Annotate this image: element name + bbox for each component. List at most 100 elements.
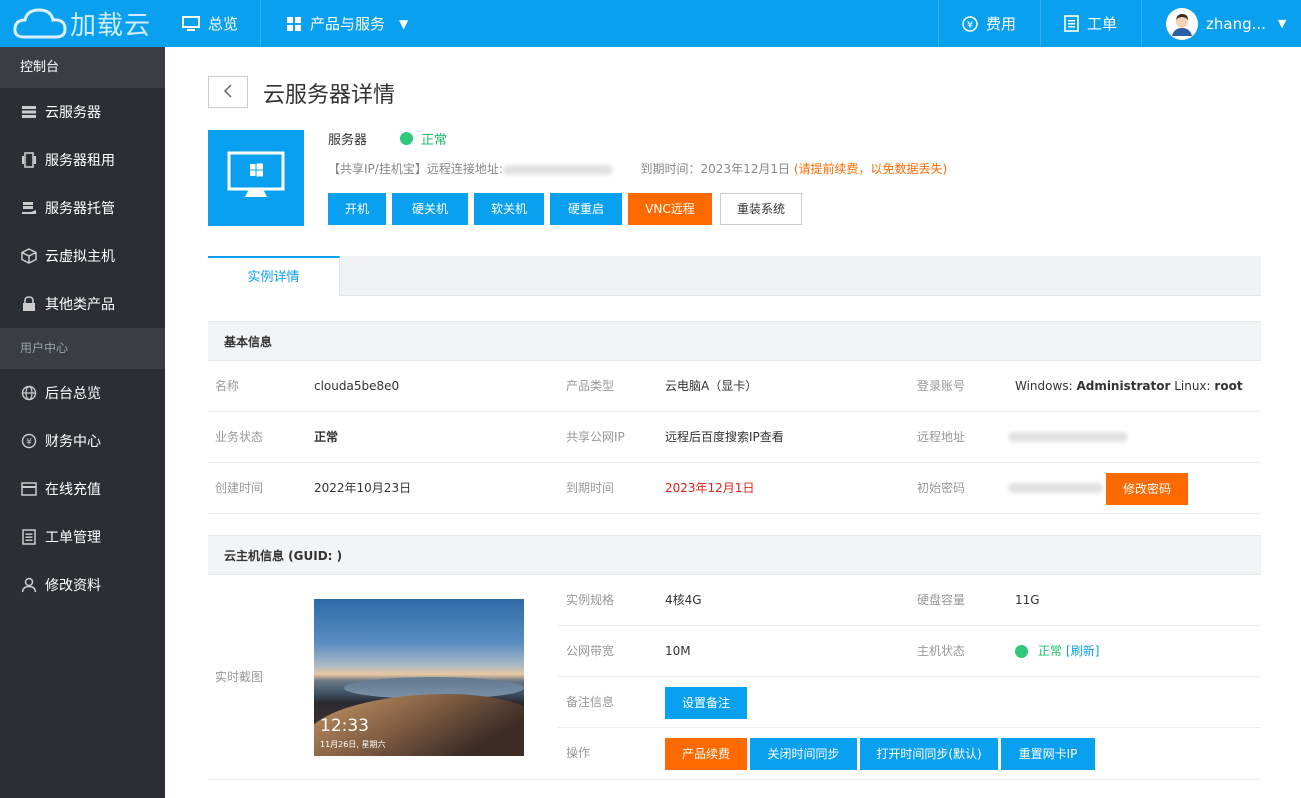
sidebar-item-recharge[interactable]: 在线充值	[0, 465, 165, 513]
account-windows-user: Administrator	[1076, 379, 1171, 393]
power-on-button[interactable]: 开机	[328, 193, 386, 225]
nav-overview[interactable]: 总览	[182, 0, 238, 47]
top-navbar: 加载云 总览 产品与服务 ▼ ¥ 费用 工单 zhang... ▼	[0, 0, 1301, 47]
windows-monitor-icon	[227, 151, 285, 205]
screenshot-date: 11月26日, 星期六	[320, 740, 386, 749]
host-status-text: 正常	[1038, 644, 1063, 658]
reset-nic-ip-button[interactable]: 重置网卡IP	[1001, 738, 1095, 770]
sidebar-item-label: 云服务器	[45, 105, 101, 121]
name-label: 名称	[215, 379, 240, 393]
host-status-label: 主机状态	[917, 644, 966, 658]
server-tower-icon	[21, 152, 37, 168]
sidebar-item-other-products[interactable]: 其他类产品	[0, 280, 165, 328]
disable-time-sync-button[interactable]: 关闭时间同步	[750, 738, 857, 770]
nav-divider	[260, 0, 261, 47]
sidebar-item-label: 工单管理	[45, 530, 101, 546]
page-title: 云服务器详情	[263, 83, 396, 108]
chevron-left-icon	[223, 83, 233, 102]
sidebar-item-server-hosting[interactable]: 服务器托管	[0, 184, 165, 232]
renew-button[interactable]: 产品续费	[665, 738, 747, 770]
business-status-value: 正常	[314, 430, 339, 444]
table-row: 实例规格 4核4G 硬盘容量 11G	[558, 575, 1261, 626]
nav-ticket[interactable]: 工单	[1064, 0, 1117, 47]
tab-instance-details[interactable]: 实例详情	[208, 256, 340, 296]
server-type-label: 服务器	[328, 133, 368, 148]
status-dot-icon	[400, 132, 413, 145]
expire-warning: (请提前续费，以免数据丢失)	[793, 162, 948, 176]
refresh-link[interactable]: [刷新]	[1066, 626, 1099, 677]
sidebar: 控制台 云服务器 服务器租用 服务器托管 云虚拟主机 其他类产品 用户中心 后台…	[0, 47, 165, 798]
yen-coin-icon: ¥	[962, 15, 978, 32]
hard-shutdown-button[interactable]: 硬关机	[392, 193, 468, 225]
sidebar-item-server-rental[interactable]: 服务器租用	[0, 136, 165, 184]
sidebar-section-console: 控制台	[0, 47, 165, 88]
nav-divider	[938, 0, 939, 47]
vnc-remote-button[interactable]: VNC远程	[628, 193, 712, 225]
bandwidth-value: 10M	[665, 644, 691, 658]
status-dot-icon	[1015, 645, 1028, 658]
server-stack-icon	[21, 104, 37, 120]
table-row: 名称 clouda5be8e0 产品类型 云电脑A（显卡） 登录账号 Windo…	[208, 361, 1261, 412]
nav-ticket-label: 工单	[1087, 15, 1118, 33]
business-status-label: 业务状态	[215, 430, 264, 444]
brand-logo[interactable]: 加载云	[0, 0, 165, 47]
nav-products[interactable]: 产品与服务 ▼	[286, 0, 408, 47]
sidebar-item-label: 后台总览	[45, 386, 101, 402]
product-type-value: 云电脑A（显卡）	[665, 379, 758, 393]
account-os-linux: Linux:	[1170, 379, 1215, 393]
remote-address-label: 远程地址	[917, 430, 966, 444]
nav-divider	[1141, 0, 1142, 47]
initial-password-label: 初始密码	[917, 481, 966, 495]
disk-value: 11G	[1015, 593, 1040, 607]
nav-billing-label: 费用	[986, 15, 1017, 33]
name-value: clouda5be8e0	[314, 379, 400, 393]
user-icon	[21, 577, 37, 593]
sidebar-item-cloud-server[interactable]: 云服务器	[0, 88, 165, 136]
expire-text: 到期时间：2023年12月1日	[640, 162, 790, 176]
sidebar-item-tickets[interactable]: 工单管理	[0, 513, 165, 561]
sidebar-item-label: 财务中心	[45, 434, 101, 450]
hard-reboot-button[interactable]: 硬重启	[550, 193, 622, 225]
login-account-label: 登录账号	[917, 379, 966, 393]
reinstall-system-button[interactable]: 重装系统	[720, 193, 802, 225]
sidebar-item-profile[interactable]: 修改资料	[0, 561, 165, 609]
monitor-icon	[182, 15, 200, 32]
credit-card-icon	[21, 481, 37, 497]
section-basic-info: 基本信息	[208, 321, 1261, 361]
screenshot-clock: 12:33	[320, 716, 369, 736]
back-button[interactable]	[208, 76, 248, 108]
change-password-button[interactable]: 修改密码	[1106, 473, 1188, 505]
sidebar-item-virtual-host[interactable]: 云虚拟主机	[0, 232, 165, 280]
note-label: 备注信息	[566, 695, 615, 709]
server-status: 正常	[400, 129, 447, 148]
lock-icon	[21, 296, 37, 312]
main-content: 云服务器详情 服务器 正常 【共享IP/挂机宝】远程连接地址: 到期时间：202…	[165, 47, 1301, 798]
live-screenshot[interactable]: 12:33 11月26日, 星期六	[314, 599, 524, 756]
table-row: 操作 产品续费 关闭时间同步 打开时间同步(默认) 重置网卡IP	[558, 728, 1261, 779]
sidebar-item-label: 在线充值	[45, 482, 101, 498]
brand-name: 加载云	[70, 11, 152, 41]
soft-shutdown-button[interactable]: 软关机	[474, 193, 544, 225]
sidebar-item-dashboard[interactable]: 后台总览	[0, 369, 165, 417]
sidebar-item-finance[interactable]: ¥ 财务中心	[0, 417, 165, 465]
server-info-line: 【共享IP/挂机宝】远程连接地址: 到期时间：2023年12月1日 (请提前续费…	[328, 160, 947, 177]
sidebar-item-label: 修改资料	[45, 578, 101, 594]
nav-billing[interactable]: ¥ 费用	[962, 0, 1016, 47]
username: zhang...	[1206, 14, 1266, 33]
nav-divider	[1040, 0, 1041, 47]
sidebar-item-label: 其他类产品	[45, 297, 115, 313]
operations-label: 操作	[566, 746, 591, 760]
hand-server-icon	[21, 200, 37, 216]
avatar	[1166, 7, 1198, 40]
sidebar-section-user-center: 用户中心	[0, 328, 165, 369]
product-type-label: 产品类型	[566, 379, 615, 393]
nav-products-label: 产品与服务	[310, 15, 386, 33]
table-row: 备注信息 设置备注	[558, 677, 1261, 728]
enable-time-sync-button[interactable]: 打开时间同步(默认)	[860, 738, 998, 770]
set-note-button[interactable]: 设置备注	[665, 687, 747, 719]
redacted-password	[1008, 483, 1103, 493]
user-menu[interactable]: zhang... ▼	[1166, 0, 1286, 47]
account-os-windows: Windows:	[1015, 379, 1077, 393]
shared-ip-value: 远程后百度搜索IP查看	[665, 430, 784, 444]
expire-time-value: 2023年12月1日	[665, 481, 755, 495]
